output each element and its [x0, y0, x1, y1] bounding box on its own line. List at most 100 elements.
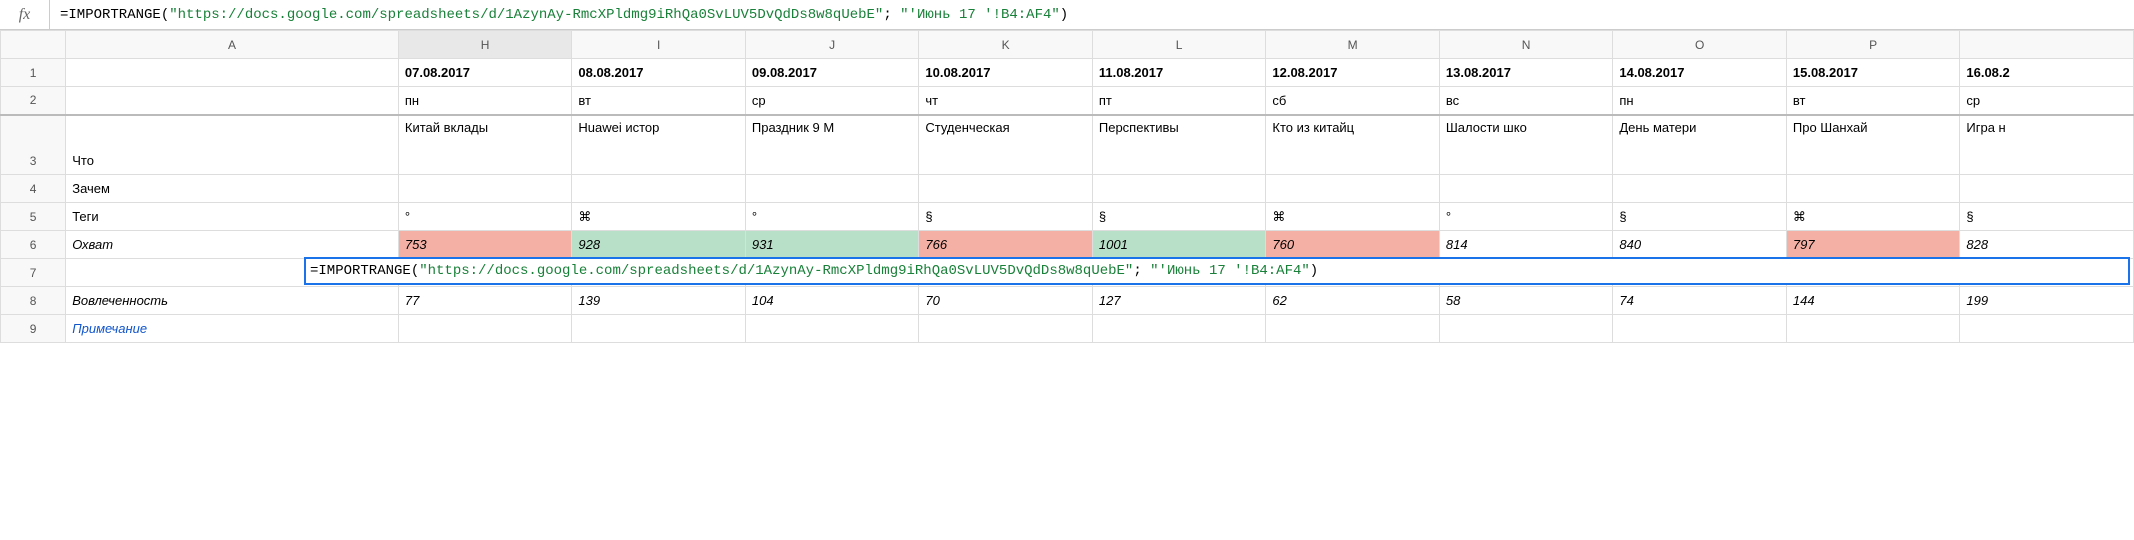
cell-A2[interactable] — [66, 87, 399, 115]
cell-A1[interactable] — [66, 59, 399, 87]
cell-data[interactable] — [1266, 175, 1440, 203]
cell-data[interactable]: 09.08.2017 — [745, 59, 919, 87]
cell-data[interactable] — [1092, 175, 1266, 203]
cell-data[interactable]: пн — [1613, 87, 1787, 115]
cell-data[interactable]: 58 — [1439, 287, 1613, 315]
fx-icon[interactable]: fx — [0, 0, 50, 29]
cell-data[interactable] — [919, 175, 1093, 203]
col-header-K[interactable]: K — [919, 31, 1093, 59]
col-header-P[interactable]: P — [1786, 31, 1960, 59]
cell-data[interactable]: вт — [572, 87, 746, 115]
cell-data[interactable]: День матери — [1613, 115, 1787, 175]
cell-A6[interactable]: Охват — [66, 231, 399, 259]
cell-data[interactable] — [745, 315, 919, 343]
cell-data[interactable]: ср — [745, 87, 919, 115]
col-header-J[interactable]: J — [745, 31, 919, 59]
cell-data[interactable]: Huawei истор — [572, 115, 746, 175]
cell-data[interactable]: Китай вклады — [398, 115, 572, 175]
select-all-corner[interactable] — [1, 31, 66, 59]
cell-A5[interactable]: Теги — [66, 203, 399, 231]
cell-data[interactable]: 139 — [572, 287, 746, 315]
cell-data[interactable]: 760 — [1266, 231, 1440, 259]
row-header-2[interactable]: 2 — [1, 87, 66, 115]
cell-data[interactable]: 62 — [1266, 287, 1440, 315]
cell-A9[interactable]: Примечание — [66, 315, 399, 343]
cell-data[interactable] — [745, 175, 919, 203]
cell-data[interactable]: ⌘ — [1786, 203, 1960, 231]
cell-data[interactable]: 928 — [572, 231, 746, 259]
row-header-6[interactable]: 6 — [1, 231, 66, 259]
cell-A4[interactable]: Зачем — [66, 175, 399, 203]
cell-data[interactable]: § — [1960, 203, 2134, 231]
row-header-3[interactable]: 3 — [1, 115, 66, 175]
row-header-9[interactable]: 9 — [1, 315, 66, 343]
row-header-5[interactable]: 5 — [1, 203, 66, 231]
cell-data[interactable]: Шалости шко — [1439, 115, 1613, 175]
cell-data[interactable]: Игра н — [1960, 115, 2134, 175]
cell-data[interactable]: 127 — [1092, 287, 1266, 315]
cell-data[interactable]: 199 — [1960, 287, 2134, 315]
cell-data[interactable] — [1786, 175, 1960, 203]
cell-data[interactable]: 16.08.2 — [1960, 59, 2134, 87]
cell-data[interactable]: пт — [1092, 87, 1266, 115]
cell-data[interactable]: 15.08.2017 — [1786, 59, 1960, 87]
cell-data[interactable]: Студенческая — [919, 115, 1093, 175]
cell-data[interactable] — [572, 175, 746, 203]
col-header-A[interactable]: A — [66, 31, 399, 59]
cell-data[interactable]: ° — [1439, 203, 1613, 231]
cell-data[interactable]: 766 — [919, 231, 1093, 259]
cell-data[interactable]: 13.08.2017 — [1439, 59, 1613, 87]
cell-data[interactable]: 828 — [1960, 231, 2134, 259]
cell-data[interactable]: 104 — [745, 287, 919, 315]
cell-data[interactable]: ⌘ — [572, 203, 746, 231]
cell-data[interactable]: 70 — [919, 287, 1093, 315]
cell-data[interactable] — [1960, 175, 2134, 203]
formula-input[interactable]: =IMPORTRANGE("https://docs.google.com/sp… — [50, 0, 2134, 29]
cell-data[interactable]: сб — [1266, 87, 1440, 115]
cell-data[interactable]: чт — [919, 87, 1093, 115]
cell-editor[interactable]: =IMPORTRANGE("https://docs.google.com/sp… — [304, 257, 2130, 285]
row-header-1[interactable]: 1 — [1, 59, 66, 87]
cell-data[interactable]: 12.08.2017 — [1266, 59, 1440, 87]
cell-A8[interactable]: Вовлеченность — [66, 287, 399, 315]
cell-data[interactable]: 1001 — [1092, 231, 1266, 259]
cell-data[interactable]: § — [1092, 203, 1266, 231]
cell-data[interactable]: 10.08.2017 — [919, 59, 1093, 87]
cell-data[interactable] — [1439, 315, 1613, 343]
cell-data[interactable]: ° — [398, 203, 572, 231]
cell-data[interactable] — [1266, 315, 1440, 343]
col-header-next[interactable] — [1960, 31, 2134, 59]
row-header-7[interactable]: 7 — [1, 259, 66, 287]
cell-data[interactable]: 840 — [1613, 231, 1787, 259]
spreadsheet-grid[interactable]: A H I J K L M N O P 107.08.201708.08.201… — [0, 30, 2134, 343]
cell-data[interactable] — [1092, 315, 1266, 343]
cell-data[interactable]: 144 — [1786, 287, 1960, 315]
cell-data[interactable] — [1613, 175, 1787, 203]
cell-data[interactable]: 797 — [1786, 231, 1960, 259]
row-header-4[interactable]: 4 — [1, 175, 66, 203]
cell-data[interactable]: вт — [1786, 87, 1960, 115]
cell-data[interactable]: Кто из китайц — [1266, 115, 1440, 175]
cell-data[interactable]: Праздник 9 М — [745, 115, 919, 175]
cell-data[interactable]: 814 — [1439, 231, 1613, 259]
cell-data[interactable]: 77 — [398, 287, 572, 315]
cell-data[interactable] — [572, 315, 746, 343]
cell-data[interactable]: 11.08.2017 — [1092, 59, 1266, 87]
cell-data[interactable]: Про Шанхай — [1786, 115, 1960, 175]
cell-data[interactable]: вс — [1439, 87, 1613, 115]
cell-data[interactable]: 753 — [398, 231, 572, 259]
col-header-L[interactable]: L — [1092, 31, 1266, 59]
col-header-H[interactable]: H — [398, 31, 572, 59]
col-header-I[interactable]: I — [572, 31, 746, 59]
cell-data[interactable] — [398, 175, 572, 203]
cell-data[interactable] — [1613, 315, 1787, 343]
cell-data[interactable]: § — [919, 203, 1093, 231]
cell-data[interactable]: ср — [1960, 87, 2134, 115]
cell-data[interactable]: ° — [745, 203, 919, 231]
col-header-M[interactable]: M — [1266, 31, 1440, 59]
cell-data[interactable]: ⌘ — [1266, 203, 1440, 231]
col-header-N[interactable]: N — [1439, 31, 1613, 59]
cell-data[interactable] — [919, 315, 1093, 343]
cell-data[interactable]: пн — [398, 87, 572, 115]
cell-data[interactable]: 07.08.2017 — [398, 59, 572, 87]
